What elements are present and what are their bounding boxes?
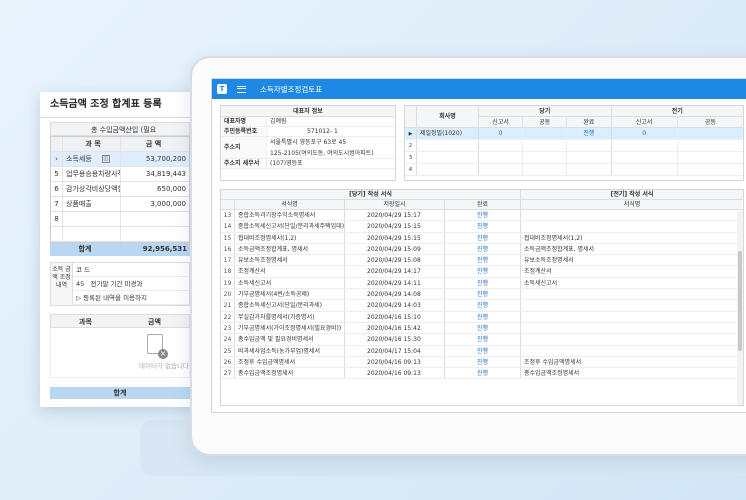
table-row[interactable]: › 소득세등 ◫ 53,700,200 <box>51 152 189 167</box>
table-row[interactable]: 17 유보소득조정명세서 2020/04/29 15:08 진행 유보소득조정명세서 <box>221 255 743 267</box>
table-row[interactable]: 24 총수입금액 및 필요경비명세서 2020/04/16 15:30 진행 <box>221 334 743 346</box>
table-row[interactable]: 23 기부금명세서(가이조정명세서(필요경비)) 2020/04/16 15:42 진… <box>221 322 743 335</box>
table-row[interactable]: 25 비과세사업소득(농가부업)명세서 2020/04/17 15:04 진행 <box>221 345 743 357</box>
empty-state-text: 데이터가 없습니다 <box>139 362 189 370</box>
table-row[interactable]: 19 소득세신고서 2020/04/29 14:11 진행 소득세신고서 <box>221 277 743 290</box>
income-adjustment-label: 소득 금액 조정 내역 <box>51 263 73 305</box>
app-topbar: T 소득자별조정검토표 <box>212 79 746 99</box>
back-empty-grid-header: 과목 금액 <box>50 314 190 328</box>
back-window-subheader: 총 수입금액산입 (필요 <box>50 122 190 136</box>
table-row[interactable]: 18 조정계산서 2020/04/29 14:17 진행 조정계산서 <box>221 266 743 278</box>
vertical-scrollbar[interactable] <box>737 211 743 405</box>
rep-panel-header: 대표자 정보 <box>221 106 395 117</box>
table-row[interactable]: 22 무실감가자를명세서(가증명서) 2020/04/16 15:10 진행 <box>221 311 743 323</box>
table-row[interactable]: 5 업무용승용차량사적 34,819,443 <box>51 167 189 182</box>
rep-address-field[interactable]: 서울특별시 영등포구 63로 45 125-2105(여의도동, 여의도시범아파… <box>267 137 395 158</box>
table-row[interactable]: 8 <box>51 212 189 227</box>
app-title: 소득자별조정검토표 <box>260 84 323 94</box>
company-grid-header: 회사명 당기 신고서 공동 완료 전기 신고서 공동 <box>405 106 743 128</box>
empty-state: 데이터가 없습니다 <box>50 328 190 378</box>
representative-info-panel: 대표자 정보 대표자명 김예림 주민등록번호 571012- 1 주소지 서울특… <box>220 105 396 181</box>
table-row[interactable]: 3 <box>405 152 743 164</box>
company-period-grid: 회사명 당기 신고서 공동 완료 전기 신고서 공동 ▶ 제일정밀(1020) 0 <box>404 105 744 181</box>
rep-rrn-field[interactable]: 571012- 1 <box>267 127 395 136</box>
forms-grid-header: 서식명 저장일시 완료 서식명 <box>221 200 743 210</box>
back-total-row-2: 합계 <box>50 387 190 399</box>
lookup-icon[interactable]: ◫ <box>101 155 110 163</box>
forms-grid-body: 13 종합소득과기장수익소득명세서 2020/04/29 15:17 진행 14 종합소득… <box>221 210 743 380</box>
table-row[interactable]: 2 <box>405 140 743 152</box>
table-row[interactable]: 7 상품매출 3,000,000 <box>51 197 189 212</box>
table-row[interactable]: 6 감가상각비상당액한 650,000 <box>51 182 189 197</box>
table-row[interactable]: 16 소득금액조정합계표, 명세서 2020/04/29 15:09 진행 소득금액조정… <box>221 243 743 256</box>
table-row[interactable]: 21 종합소득세신고서(단일/분리과세) 2020/04/29 14:03 진행 <box>221 300 743 312</box>
app-window: T 소득자별조정검토표 대표자 정보 대표자명 김예림 주민등록번호 57101… <box>211 78 746 413</box>
back-total-row: 합계 92,956,531 <box>50 243 190 256</box>
app-logo-icon: T <box>217 84 227 94</box>
forms-grid: [당기] 작성 서식 [전기] 작성 서식 서식명 저장일시 완료 서식명 13… <box>220 189 744 406</box>
table-row[interactable]: 13 종합소득과기장수익소득명세서 2020/04/29 15:17 진행 <box>221 210 743 222</box>
table-row[interactable]: 26 조정후 수입금액명세서 2020/04/16 09:13 진행 조정후 수입금액명… <box>221 356 743 369</box>
income-note: ▷ 등록된 내역을 이용하지 <box>73 291 189 305</box>
table-row[interactable]: 15 접대비조정명세서(1,2) 2020/04/29 15:15 진행 접대비조정명세… <box>221 232 743 244</box>
table-row[interactable]: 4 <box>405 164 743 176</box>
back-window-income-adjustment: 소득금액 조정 합계표 등록 총 수입금액산입 (필요 과 목 금 액 › 소득… <box>40 92 200 407</box>
scrollbar-thumb[interactable] <box>738 251 742 351</box>
forms-grid-group-header: [당기] 작성 서식 [전기] 작성 서식 <box>221 190 743 200</box>
no-data-icon <box>147 334 168 359</box>
income-adjustment-detail: 소득 금액 조정 내역 코 드 45 전기말 기간 미경과 ▷ 등록된 내역을 … <box>50 262 190 306</box>
rep-tax-office-row: 주소지 세무서 (107)영등포 <box>221 159 395 169</box>
hamburger-menu-icon[interactable] <box>237 85 246 93</box>
table-row[interactable]: 20 가부금명세서(4번/소득공제) 2020/04/29 14:08 진행 <box>221 289 743 301</box>
table-row[interactable]: 27 총수입금액조정명세서 2020/04/16 09:13 진행 총수입금액조정명세서 <box>221 368 743 380</box>
back-grid: 과 목 금 액 › 소득세등 ◫ 53,700,200 5 업무용승용차량사적 3… <box>50 136 190 243</box>
income-code-header: 코 드 <box>73 263 189 277</box>
table-row[interactable]: ▶ 제일정밀(1020) 0 진행 0 <box>405 128 743 140</box>
rep-address-row: 주소지 서울특별시 영등포구 63로 45 125-2105(여의도동, 여의도… <box>221 137 395 159</box>
back-window-title: 소득금액 조정 합계표 등록 <box>40 92 200 118</box>
rep-rrn-row: 주민등록번호 571012- 1 <box>221 127 395 137</box>
rep-tax-office-field[interactable]: (107)영등포 <box>267 159 395 168</box>
income-code-row[interactable]: 45 전기말 기간 미경과 <box>73 277 189 291</box>
rep-name-row: 대표자명 김예림 <box>221 117 395 127</box>
table-row[interactable]: 14 종합소득세신고서(단일/분리과세주택임대) 2020/04/29 15:15 진… <box>221 221 743 233</box>
back-grid-header: 과 목 금 액 <box>51 137 189 152</box>
rep-name-field[interactable]: 김예림 <box>267 117 395 126</box>
table-row[interactable] <box>51 227 189 242</box>
